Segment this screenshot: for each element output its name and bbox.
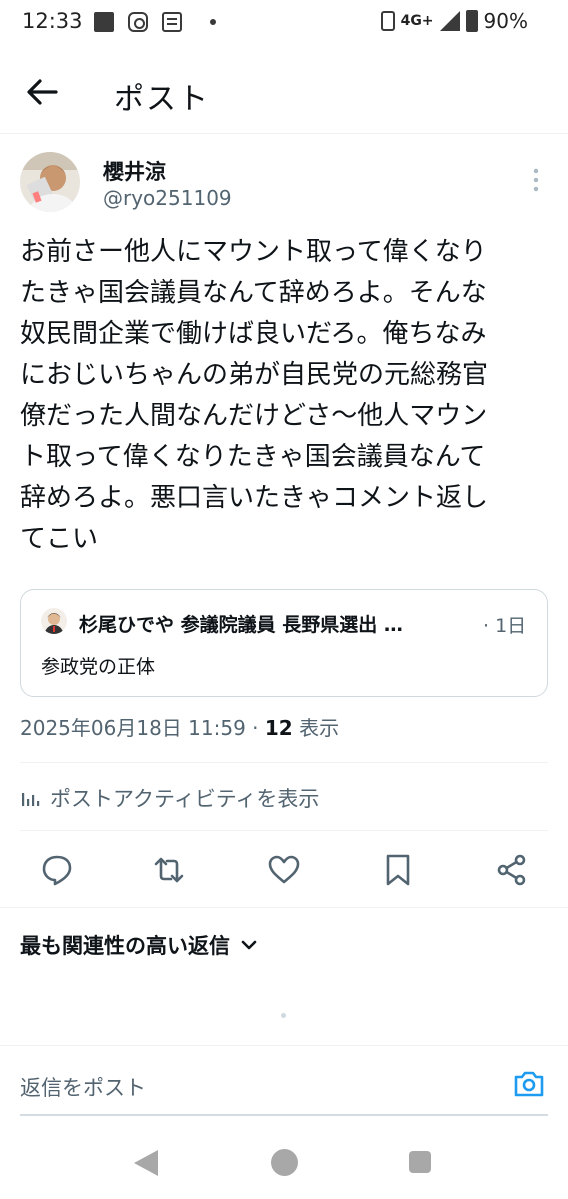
nav-home-icon[interactable] bbox=[271, 1149, 298, 1176]
post-activity-label: ポストアクティビティを表示 bbox=[50, 787, 320, 811]
quoted-author-name: 杉尾ひでや 参議院議員 長野県選出 … bbox=[79, 614, 403, 636]
repost-icon bbox=[154, 857, 184, 883]
reply-composer: 返信をポスト bbox=[0, 1045, 568, 1117]
quoted-post-time: · 1日 bbox=[483, 615, 527, 637]
reply-button[interactable] bbox=[40, 853, 74, 887]
analytics-icon bbox=[22, 793, 40, 806]
reply-sort-dropdown[interactable]: 最も関連性の高い返信 bbox=[20, 930, 258, 960]
signal-icon bbox=[439, 11, 460, 31]
chevron-down-icon bbox=[241, 940, 257, 950]
more-options-button[interactable] bbox=[526, 166, 546, 194]
like-button[interactable] bbox=[267, 853, 301, 887]
network-type: 4G+ bbox=[400, 13, 434, 29]
reply-sort-label: 最も関連性の高い返信 bbox=[20, 934, 230, 958]
reply-icon bbox=[42, 855, 72, 886]
instagram-icon bbox=[128, 12, 148, 32]
divider bbox=[20, 830, 548, 831]
nav-recents-icon[interactable] bbox=[409, 1151, 431, 1173]
system-navigation-bar bbox=[0, 1130, 568, 1199]
divider bbox=[20, 762, 548, 763]
author-name[interactable]: 櫻井涼 bbox=[103, 156, 166, 186]
author-avatar[interactable] bbox=[20, 152, 80, 212]
notification-square-icon bbox=[94, 12, 114, 32]
reply-input[interactable]: 返信をポスト bbox=[20, 1072, 146, 1102]
author-handle[interactable]: @ryo251109 bbox=[103, 186, 232, 210]
page-title: ポスト bbox=[114, 82, 210, 117]
quoted-post-card[interactable]: 杉尾ひでや 参議院議員 長野県選出 … · 1日 参政党の正体 bbox=[20, 589, 548, 697]
repost-button[interactable] bbox=[152, 853, 186, 887]
status-bar: 12:33 4G+ 90% bbox=[0, 0, 568, 48]
post-timestamp: 2025年06月18日 11:59 · bbox=[20, 716, 265, 740]
camera-icon bbox=[514, 1071, 544, 1097]
bookmark-button[interactable] bbox=[381, 853, 415, 887]
post-meta: 2025年06月18日 11:59 · 12 表示 bbox=[20, 712, 339, 741]
news-icon bbox=[162, 12, 182, 32]
post-detail-screen: 12:33 4G+ 90% ポスト 櫻井涼 @ryo251109 お前さー他人に… bbox=[0, 0, 568, 1199]
nav-back-icon[interactable] bbox=[134, 1150, 158, 1176]
top-app-bar: ポスト bbox=[0, 48, 568, 134]
share-icon bbox=[497, 854, 526, 886]
avatar-image bbox=[20, 152, 80, 212]
more-notifications-dot-icon bbox=[210, 19, 216, 25]
back-button[interactable] bbox=[22, 72, 66, 112]
post-text: お前さー他人にマウント取って偉くなり たきゃ国会議員なんて辞めろよ。そんな 奴民… bbox=[20, 237, 489, 554]
view-count-label: 表示 bbox=[292, 716, 340, 740]
post-activity-button[interactable]: ポストアクティビティを表示 bbox=[20, 780, 319, 816]
post-actions-bar bbox=[0, 845, 568, 895]
status-time: 12:33 bbox=[22, 9, 83, 33]
loading-dot bbox=[281, 1013, 286, 1018]
bookmark-icon bbox=[386, 854, 410, 886]
quoted-post-text: 参政党の正体 bbox=[41, 656, 156, 678]
reply-input-underline bbox=[20, 1114, 548, 1116]
battery-percent: 90% bbox=[483, 9, 528, 33]
share-button[interactable] bbox=[495, 853, 529, 887]
camera-button[interactable] bbox=[512, 1068, 546, 1100]
divider bbox=[0, 907, 568, 908]
vibrate-icon bbox=[380, 11, 395, 31]
quoted-author-avatar bbox=[41, 608, 67, 634]
more-vertical-icon bbox=[533, 168, 539, 192]
arrow-left-icon bbox=[27, 79, 58, 105]
battery-icon bbox=[465, 10, 478, 32]
view-count: 12 bbox=[264, 716, 293, 740]
like-icon bbox=[268, 855, 300, 884]
